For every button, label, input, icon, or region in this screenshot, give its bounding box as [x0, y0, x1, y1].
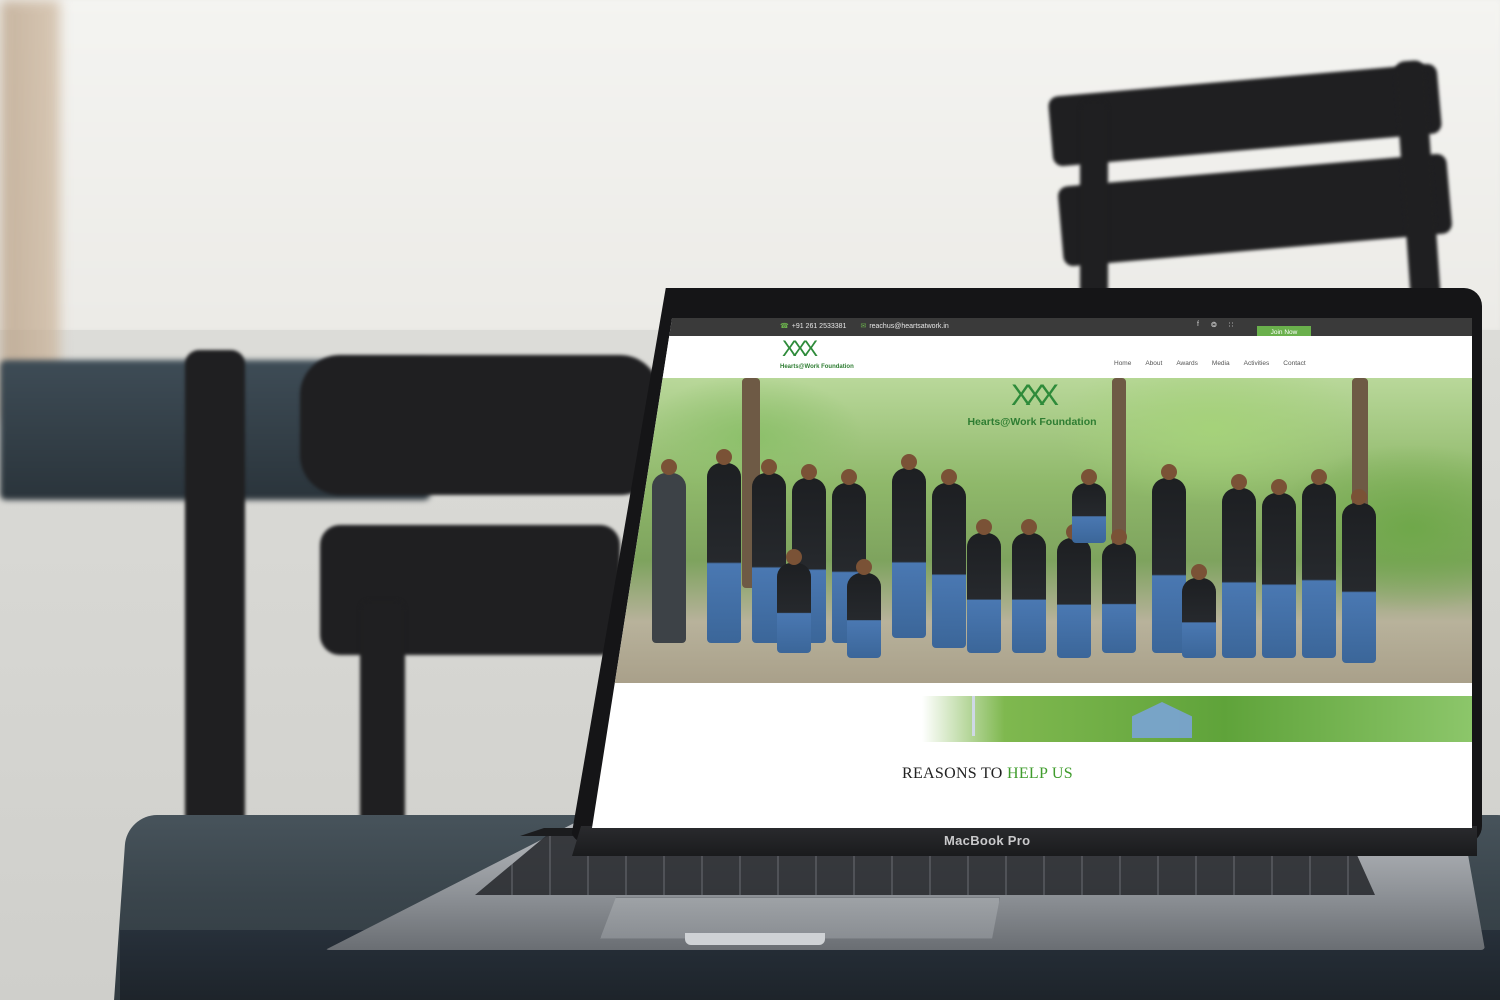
group-photo	[632, 449, 1432, 673]
hero-logo-figures-icon: ΧΧΧ	[1010, 379, 1059, 412]
site-header: ΧΧΧ Hearts@Work Foundation Home About Aw…	[592, 336, 1472, 378]
person	[777, 549, 811, 653]
twitter-icon[interactable]: ❂	[1211, 321, 1217, 329]
nav-media[interactable]: Media	[1212, 360, 1230, 367]
nav-home[interactable]: Home	[1114, 360, 1131, 367]
nav-contact[interactable]: Contact	[1283, 360, 1305, 367]
person	[892, 454, 926, 638]
person	[1072, 469, 1106, 543]
section-title-part1: REASONS TO	[902, 765, 1007, 782]
nav-about[interactable]: About	[1145, 360, 1162, 367]
person	[1012, 519, 1046, 653]
person	[1222, 474, 1256, 658]
person	[1262, 479, 1296, 658]
hero-logo-text: Hearts@Work Foundation	[967, 416, 1097, 428]
hero-logo: ΧΧΧ Hearts@Work Foundation	[962, 380, 1102, 440]
rss-icon[interactable]: ∷	[1229, 321, 1233, 329]
person	[1057, 524, 1091, 658]
email-address: reachus@heartsatwork.in	[869, 322, 949, 330]
eco-illustration-strip	[922, 696, 1472, 742]
house-icon	[1132, 702, 1192, 738]
main-nav: Home About Awards Media Activities Conta…	[1114, 360, 1306, 367]
laptop-screen: ☎ +91 261 2533381 ✉ reachus@heartsatwork…	[592, 318, 1472, 828]
email-icon: ✉	[860, 323, 867, 330]
background-wall	[0, 0, 1500, 330]
person	[707, 449, 741, 643]
wind-turbine-icon	[972, 696, 975, 736]
person	[932, 469, 966, 648]
nav-awards[interactable]: Awards	[1176, 360, 1198, 367]
email-link[interactable]: ✉ reachus@heartsatwork.in	[860, 322, 949, 331]
logo-figures-icon: ΧΧΧ	[782, 336, 818, 361]
person	[1302, 469, 1336, 658]
person	[1342, 489, 1376, 663]
facebook-icon[interactable]: f	[1197, 321, 1199, 329]
phone-number: +91 261 2533381	[791, 322, 847, 330]
person	[967, 519, 1001, 653]
phone-icon: ☎	[780, 323, 789, 330]
section-title-highlight: HELP US	[1006, 765, 1073, 782]
contact-info: ☎ +91 261 2533381 ✉ reachus@heartsatwork…	[780, 322, 949, 331]
person	[847, 559, 881, 658]
hero-banner: ΧΧΧ Hearts@Work Foundation	[592, 378, 1472, 683]
person	[652, 459, 686, 643]
background-wood	[0, 0, 60, 420]
social-links: f ❂ ∷	[1197, 321, 1233, 329]
section-title: REASONS TO HELP US	[902, 765, 1073, 783]
laptop-front-notch	[685, 933, 825, 945]
person	[1152, 464, 1186, 653]
site-logo[interactable]: ΧΧΧ Hearts@Work Foundation	[780, 336, 854, 378]
logo-text: Hearts@Work Foundation	[780, 364, 854, 370]
nav-activities[interactable]: Activities	[1244, 360, 1270, 367]
chair-back-slat	[300, 355, 660, 495]
phone-link[interactable]: ☎ +91 261 2533381	[780, 322, 847, 331]
laptop-brand-label: MacBook Pro	[944, 833, 1031, 848]
person	[1102, 529, 1136, 653]
top-bar: ☎ +91 261 2533381 ✉ reachus@heartsatwork…	[592, 318, 1472, 336]
person	[1182, 564, 1216, 658]
